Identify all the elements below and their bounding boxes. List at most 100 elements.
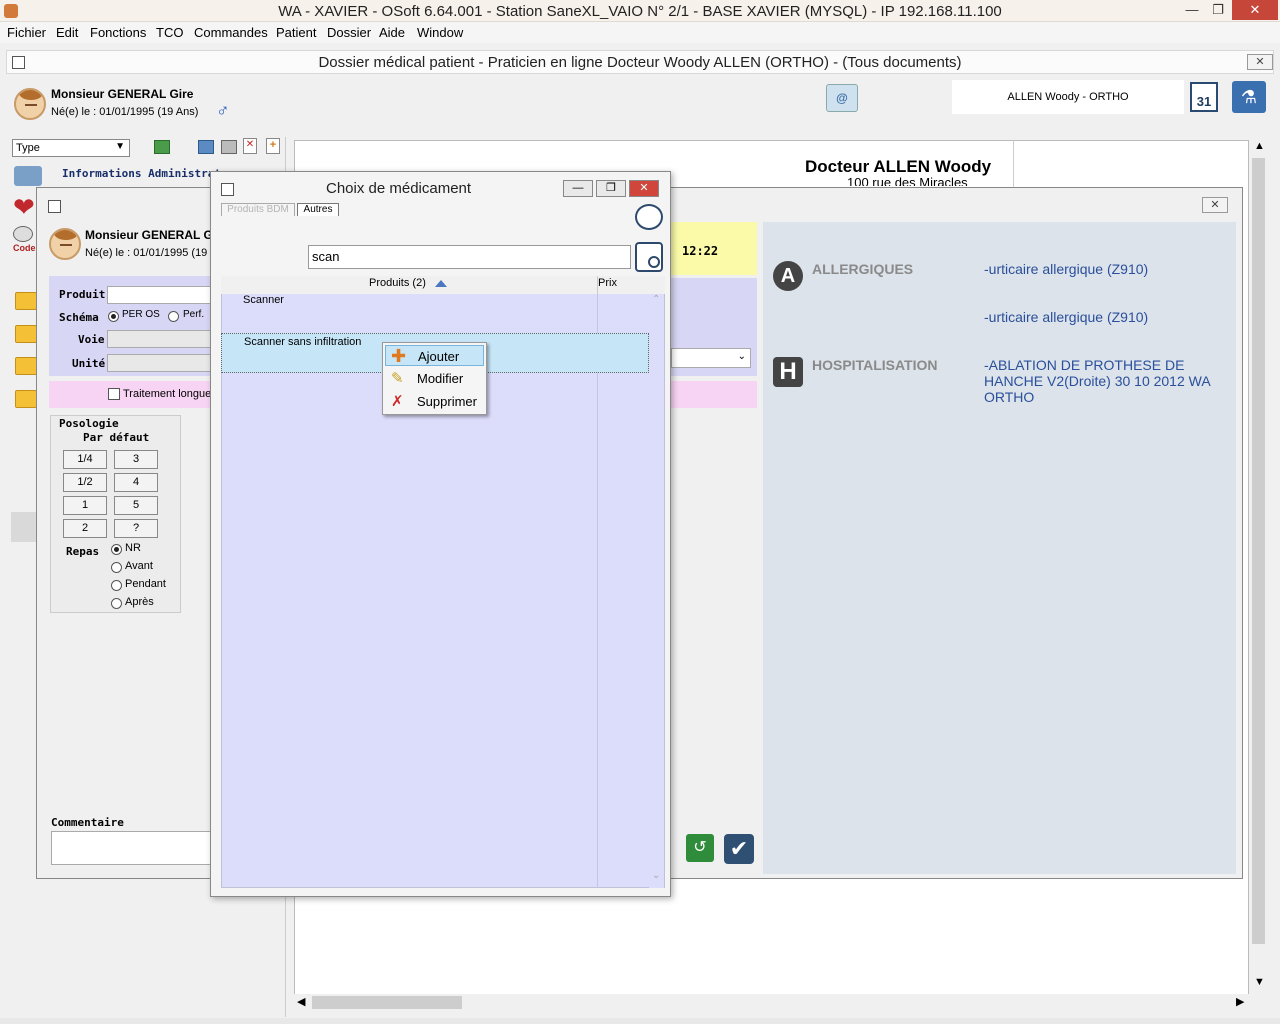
commentaire-label: Commentaire bbox=[51, 816, 124, 829]
menu-item-ajouter[interactable]: ✚ Ajouter bbox=[385, 345, 484, 366]
scroll-down-icon[interactable]: ⌄ bbox=[652, 870, 660, 881]
menu-window[interactable]: Window bbox=[417, 25, 463, 40]
tab-produits-bdm[interactable]: Produits BDM bbox=[221, 203, 295, 216]
type-select-value: Type bbox=[16, 142, 40, 154]
scroll-left-icon[interactable]: ◀ bbox=[297, 995, 305, 1008]
produit-input[interactable] bbox=[107, 286, 211, 304]
menu-edit[interactable]: Edit bbox=[56, 25, 78, 40]
close-button[interactable]: ✕ bbox=[1232, 0, 1278, 20]
horizontal-scrollbar[interactable]: ◀ ▶ bbox=[294, 994, 1249, 1011]
hospitalisation-icon: H bbox=[773, 357, 803, 387]
sort-asc-icon[interactable] bbox=[435, 280, 447, 287]
vertical-scrollbar[interactable]: ▲ ▼ bbox=[1250, 140, 1267, 1010]
dose-button[interactable]: 5 bbox=[114, 496, 158, 515]
hscroll-thumb[interactable] bbox=[312, 996, 462, 1009]
type-select[interactable]: Type ▼ bbox=[12, 139, 130, 157]
menu-item-supprimer[interactable]: ✗ Supprimer bbox=[385, 391, 484, 412]
list-scrollbar[interactable]: ⌃ ⌄ bbox=[649, 294, 664, 888]
prescription-close-button[interactable]: ✕ bbox=[1202, 197, 1228, 213]
menu-commandes[interactable]: Commandes bbox=[194, 25, 268, 40]
lab-flask-icon[interactable]: ⚗ bbox=[1232, 81, 1266, 113]
practitioner-label: ALLEN Woody - ORTHO bbox=[1007, 91, 1129, 103]
app-title: WA - XAVIER - OSoft 6.64.001 - Station S… bbox=[278, 3, 1002, 20]
folder-icon[interactable] bbox=[15, 390, 37, 408]
calendar-icon[interactable]: 31 bbox=[1190, 82, 1218, 112]
schema-peros-label: PER OS bbox=[122, 309, 160, 320]
list-item[interactable]: Scanner bbox=[221, 294, 649, 332]
clock-icon[interactable] bbox=[13, 226, 33, 242]
tab-autres[interactable]: Autres bbox=[297, 203, 339, 216]
folder-icon[interactable] bbox=[15, 292, 37, 310]
refresh-icon[interactable] bbox=[154, 140, 170, 154]
minimize-button[interactable]: — bbox=[1180, 0, 1204, 20]
choix-window-icon[interactable] bbox=[221, 183, 234, 196]
admin-info-label[interactable]: Informations Administrat bbox=[62, 167, 221, 180]
commentaire-input[interactable] bbox=[51, 831, 211, 865]
male-icon: ♂ bbox=[216, 100, 230, 120]
repas-nr-radio[interactable] bbox=[111, 544, 122, 555]
col-produits[interactable]: Produits (2) bbox=[369, 277, 426, 289]
dropdown-select[interactable]: ⌄ bbox=[671, 348, 751, 368]
prescription-window-icon[interactable] bbox=[48, 200, 61, 213]
dose-button[interactable]: 4 bbox=[114, 473, 158, 492]
sidebar-tab[interactable] bbox=[11, 512, 37, 542]
scroll-thumb[interactable] bbox=[1252, 158, 1265, 944]
scroll-up-icon[interactable]: ▲ bbox=[1254, 140, 1265, 152]
menu-patient[interactable]: Patient bbox=[276, 25, 316, 40]
letterhead-address: 100 rue des Miracles bbox=[847, 175, 968, 186]
dose-button[interactable]: 1 bbox=[63, 496, 107, 515]
add-doc-icon[interactable]: + bbox=[266, 138, 280, 154]
scroll-down-icon[interactable]: ▼ bbox=[1254, 976, 1265, 988]
repas-pendant-radio[interactable] bbox=[111, 580, 122, 591]
presc-patient-name: Monsieur GENERAL Gir bbox=[85, 228, 221, 242]
dose-button[interactable]: ? bbox=[114, 519, 158, 538]
choix-minimize-button[interactable]: — bbox=[563, 180, 593, 197]
folder-icon[interactable] bbox=[15, 357, 37, 375]
folder-icon[interactable] bbox=[15, 325, 37, 343]
validate-check-button[interactable]: ✔ bbox=[724, 834, 754, 864]
product-name: Scanner bbox=[243, 294, 284, 306]
print-icon[interactable] bbox=[221, 140, 237, 154]
voie-select[interactable] bbox=[107, 330, 211, 348]
unite-select[interactable] bbox=[107, 354, 211, 372]
email-icon[interactable]: @ bbox=[826, 84, 858, 112]
dose-button[interactable]: 3 bbox=[114, 450, 158, 469]
admin-info-icon[interactable] bbox=[14, 166, 42, 186]
search-input[interactable]: scan bbox=[308, 245, 631, 269]
menu-dossier[interactable]: Dossier bbox=[327, 25, 371, 40]
search-doc-icon[interactable] bbox=[635, 242, 663, 272]
hospitalisation-item: -ABLATION DE PROTHESE DE HANCHE V2(Droit… bbox=[984, 357, 1210, 405]
col-prix[interactable]: Prix bbox=[598, 277, 617, 289]
schema-peros-radio[interactable] bbox=[108, 311, 119, 322]
menu-aide[interactable]: Aide bbox=[379, 25, 405, 40]
restore-button[interactable]: ❐ bbox=[1206, 0, 1230, 20]
posologie-label: Posologie bbox=[59, 417, 119, 430]
menu-fonctions[interactable]: Fonctions bbox=[90, 25, 146, 40]
patient-birth: Né(e) le : 01/01/1995 (19 Ans) bbox=[51, 106, 199, 118]
repas-apres-radio[interactable] bbox=[111, 598, 122, 609]
menu-fichier[interactable]: Fichier bbox=[7, 25, 46, 40]
history-icon[interactable]: ↺ bbox=[686, 834, 714, 862]
patient-avatar bbox=[14, 88, 46, 120]
unite-label: Unité bbox=[72, 357, 106, 370]
menu-item-modifier[interactable]: ✎ Modifier bbox=[385, 368, 484, 389]
time-label: 12:22 bbox=[682, 244, 719, 258]
menu-tco[interactable]: TCO bbox=[156, 25, 183, 40]
heart-icon[interactable]: ❤ bbox=[13, 192, 35, 223]
delete-doc-icon[interactable]: ✕ bbox=[243, 138, 257, 154]
schema-perf-radio[interactable] bbox=[168, 311, 179, 322]
repas-avant-radio[interactable] bbox=[111, 562, 122, 573]
scroll-right-icon[interactable]: ▶ bbox=[1236, 995, 1244, 1008]
dose-button[interactable]: 2 bbox=[63, 519, 107, 538]
repas-label: Repas bbox=[66, 545, 100, 558]
pink-panel bbox=[671, 381, 757, 408]
dossier-close-button[interactable]: ✕ bbox=[1247, 54, 1273, 70]
dose-button[interactable]: 1/2 bbox=[63, 473, 107, 492]
scroll-up-icon[interactable]: ⌃ bbox=[652, 294, 660, 305]
comment-icon[interactable] bbox=[635, 204, 663, 230]
dose-button[interactable]: 1/4 bbox=[63, 450, 107, 469]
traitement-checkbox[interactable] bbox=[108, 388, 120, 400]
monitor-icon[interactable] bbox=[198, 140, 214, 154]
choix-restore-button[interactable]: ❐ bbox=[596, 180, 626, 197]
choix-close-button[interactable]: ✕ bbox=[629, 180, 659, 197]
